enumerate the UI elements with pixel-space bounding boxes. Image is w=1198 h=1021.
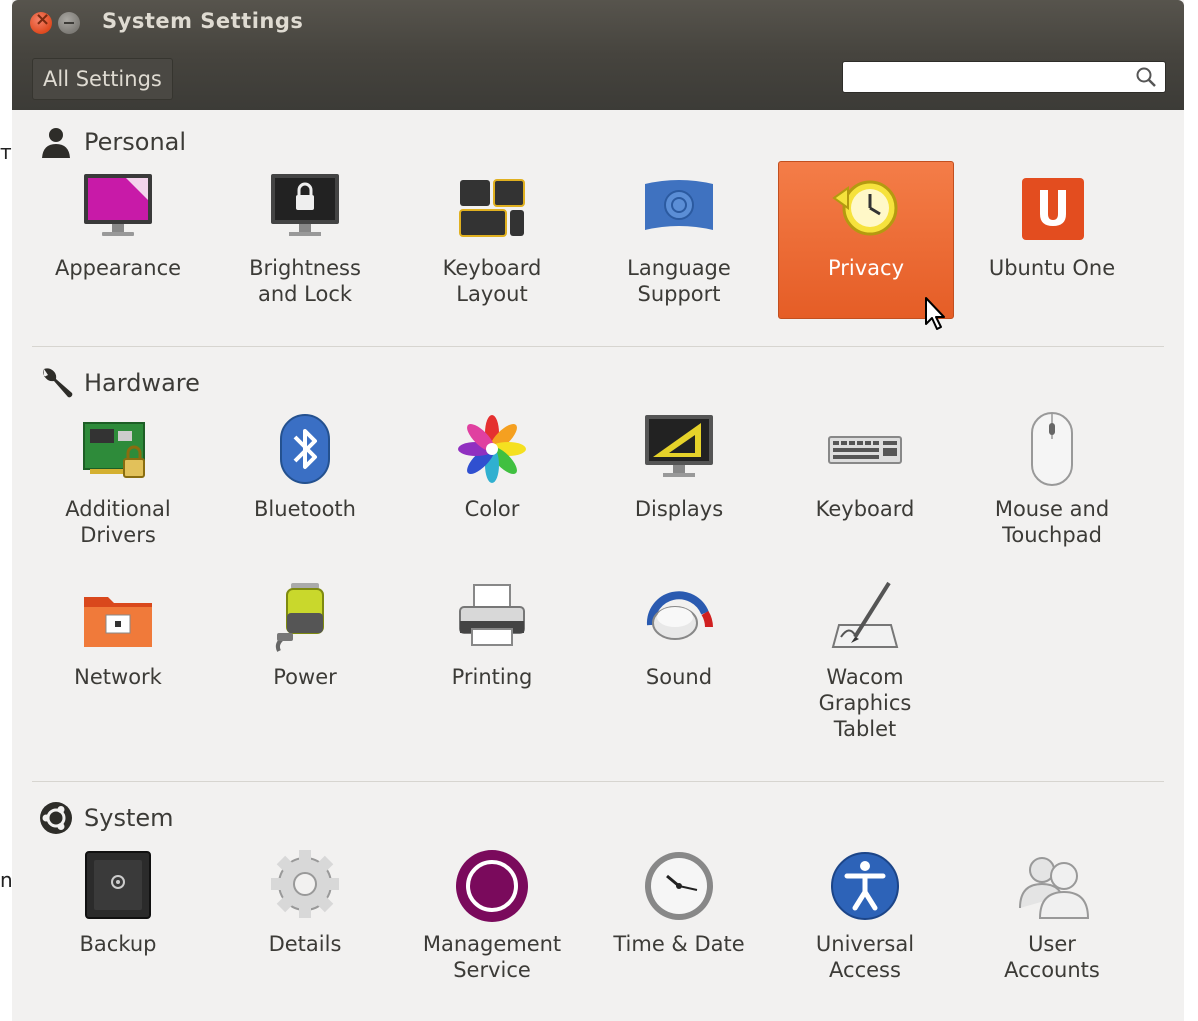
search-icon bbox=[1136, 67, 1156, 87]
settings-item-displays[interactable]: Displays bbox=[589, 403, 769, 563]
users-icon bbox=[1019, 857, 1090, 919]
settings-item-label: Additional Drivers bbox=[65, 497, 171, 547]
settings-item-time-date[interactable]: Time & Date bbox=[589, 838, 769, 998]
settings-item-printing[interactable]: Printing bbox=[402, 571, 582, 731]
stray-char-bottom: n bbox=[0, 868, 13, 892]
section-title: Personal bbox=[84, 128, 187, 156]
settings-item-management-service[interactable]: Management Service bbox=[402, 838, 582, 998]
settings-item-network[interactable]: Network bbox=[28, 571, 208, 731]
settings-item-ubuntu-one[interactable]: Ubuntu One bbox=[962, 162, 1142, 322]
settings-item-label: Appearance bbox=[54, 256, 182, 280]
settings-item-label: Mouse and Touchpad bbox=[994, 497, 1110, 547]
ubuntu-logo-icon bbox=[40, 802, 72, 834]
minimize-window-button[interactable] bbox=[58, 12, 80, 34]
section-divider bbox=[32, 781, 1164, 782]
keyboard-icon bbox=[828, 436, 902, 464]
section-hardware-header: Hardware bbox=[38, 365, 200, 401]
settings-item-label: Keyboard bbox=[815, 497, 915, 521]
settings-item-label: Keyboard Layout bbox=[442, 256, 542, 306]
clock-icon bbox=[645, 852, 713, 920]
battery-icon bbox=[275, 583, 324, 652]
settings-item-label: Backup bbox=[79, 932, 157, 956]
language-flag-icon bbox=[645, 180, 713, 230]
search-input[interactable] bbox=[842, 61, 1166, 93]
lock-monitor-icon bbox=[271, 174, 339, 236]
section-personal-header: Personal bbox=[38, 124, 186, 160]
settings-item-language-support[interactable]: Language Support bbox=[589, 162, 769, 322]
settings-item-keyboard-layout[interactable]: Keyboard Layout bbox=[402, 162, 582, 322]
system-settings-window: System Settings All Settings Personal Ap… bbox=[12, 0, 1184, 1021]
network-folder-icon bbox=[84, 597, 152, 647]
settings-item-label: Power bbox=[273, 665, 337, 689]
ubuntu-one-icon bbox=[1022, 178, 1084, 240]
wrench-icon bbox=[43, 368, 73, 398]
accessibility-icon bbox=[831, 852, 899, 920]
window-title: System Settings bbox=[102, 9, 304, 33]
settings-item-label: Management Service bbox=[422, 932, 562, 982]
tablet-pen-icon bbox=[831, 581, 899, 648]
settings-item-label: Color bbox=[464, 497, 520, 521]
display-icon bbox=[645, 415, 713, 477]
section-title: System bbox=[84, 804, 174, 832]
settings-item-label: User Accounts bbox=[1004, 932, 1100, 982]
settings-item-additional-drivers[interactable]: Additional Drivers bbox=[28, 403, 208, 563]
settings-item-appearance[interactable]: Appearance bbox=[28, 162, 208, 322]
all-settings-button[interactable]: All Settings bbox=[32, 58, 173, 100]
close-window-button[interactable] bbox=[30, 9, 52, 34]
color-flower-icon bbox=[458, 415, 526, 483]
person-icon bbox=[42, 128, 70, 158]
keyboard-layout-icon bbox=[459, 179, 525, 237]
settings-item-label: Bluetooth bbox=[254, 497, 356, 521]
settings-item-label: Language Support bbox=[627, 256, 731, 306]
stray-char-top: т bbox=[0, 140, 12, 164]
privacy-clock-icon bbox=[832, 180, 898, 236]
bluetooth-icon bbox=[280, 414, 330, 484]
appearance-icon bbox=[84, 174, 152, 236]
safe-icon bbox=[85, 851, 151, 919]
section-title: Hardware bbox=[84, 369, 200, 397]
settings-item-label: Brightness and Lock bbox=[249, 256, 361, 306]
settings-item-label: Printing bbox=[451, 665, 533, 689]
settings-item-brightness-lock[interactable]: Brightness and Lock bbox=[215, 162, 395, 322]
settings-item-label: Time & Date bbox=[613, 932, 745, 956]
sound-knob-icon bbox=[646, 591, 713, 640]
circuit-board-icon bbox=[83, 422, 145, 478]
section-system-header: System bbox=[38, 800, 174, 836]
settings-item-color[interactable]: Color bbox=[402, 403, 582, 563]
settings-item-backup[interactable]: Backup bbox=[28, 838, 208, 998]
settings-item-power[interactable]: Power bbox=[215, 571, 395, 731]
settings-item-wacom-tablet[interactable]: Wacom Graphics Tablet bbox=[775, 571, 955, 741]
settings-item-label: Wacom Graphics Tablet bbox=[818, 665, 912, 741]
settings-item-universal-access[interactable]: Universal Access bbox=[775, 838, 955, 998]
settings-item-sound[interactable]: Sound bbox=[589, 571, 769, 731]
mouse-pointer-icon bbox=[925, 297, 945, 330]
settings-item-label: Displays bbox=[634, 497, 724, 521]
settings-item-mouse-touchpad[interactable]: Mouse and Touchpad bbox=[962, 403, 1142, 563]
settings-item-label: Network bbox=[74, 665, 162, 689]
settings-item-details[interactable]: Details bbox=[215, 838, 395, 998]
settings-item-keyboard[interactable]: Keyboard bbox=[775, 403, 955, 563]
gear-icon bbox=[271, 850, 339, 918]
settings-item-label: Sound bbox=[645, 665, 713, 689]
settings-item-label: Universal Access bbox=[815, 932, 915, 982]
mouse-icon bbox=[1031, 412, 1073, 486]
landscape-circle-icon bbox=[456, 850, 528, 922]
settings-item-bluetooth[interactable]: Bluetooth bbox=[215, 403, 395, 563]
section-divider bbox=[32, 346, 1164, 347]
printer-icon bbox=[459, 584, 525, 646]
settings-item-user-accounts[interactable]: User Accounts bbox=[962, 838, 1142, 998]
settings-item-label: Ubuntu One bbox=[988, 256, 1116, 280]
title-bar: System Settings All Settings bbox=[12, 0, 1184, 110]
settings-item-label: Details bbox=[268, 932, 342, 956]
settings-item-label: Privacy bbox=[827, 256, 905, 280]
